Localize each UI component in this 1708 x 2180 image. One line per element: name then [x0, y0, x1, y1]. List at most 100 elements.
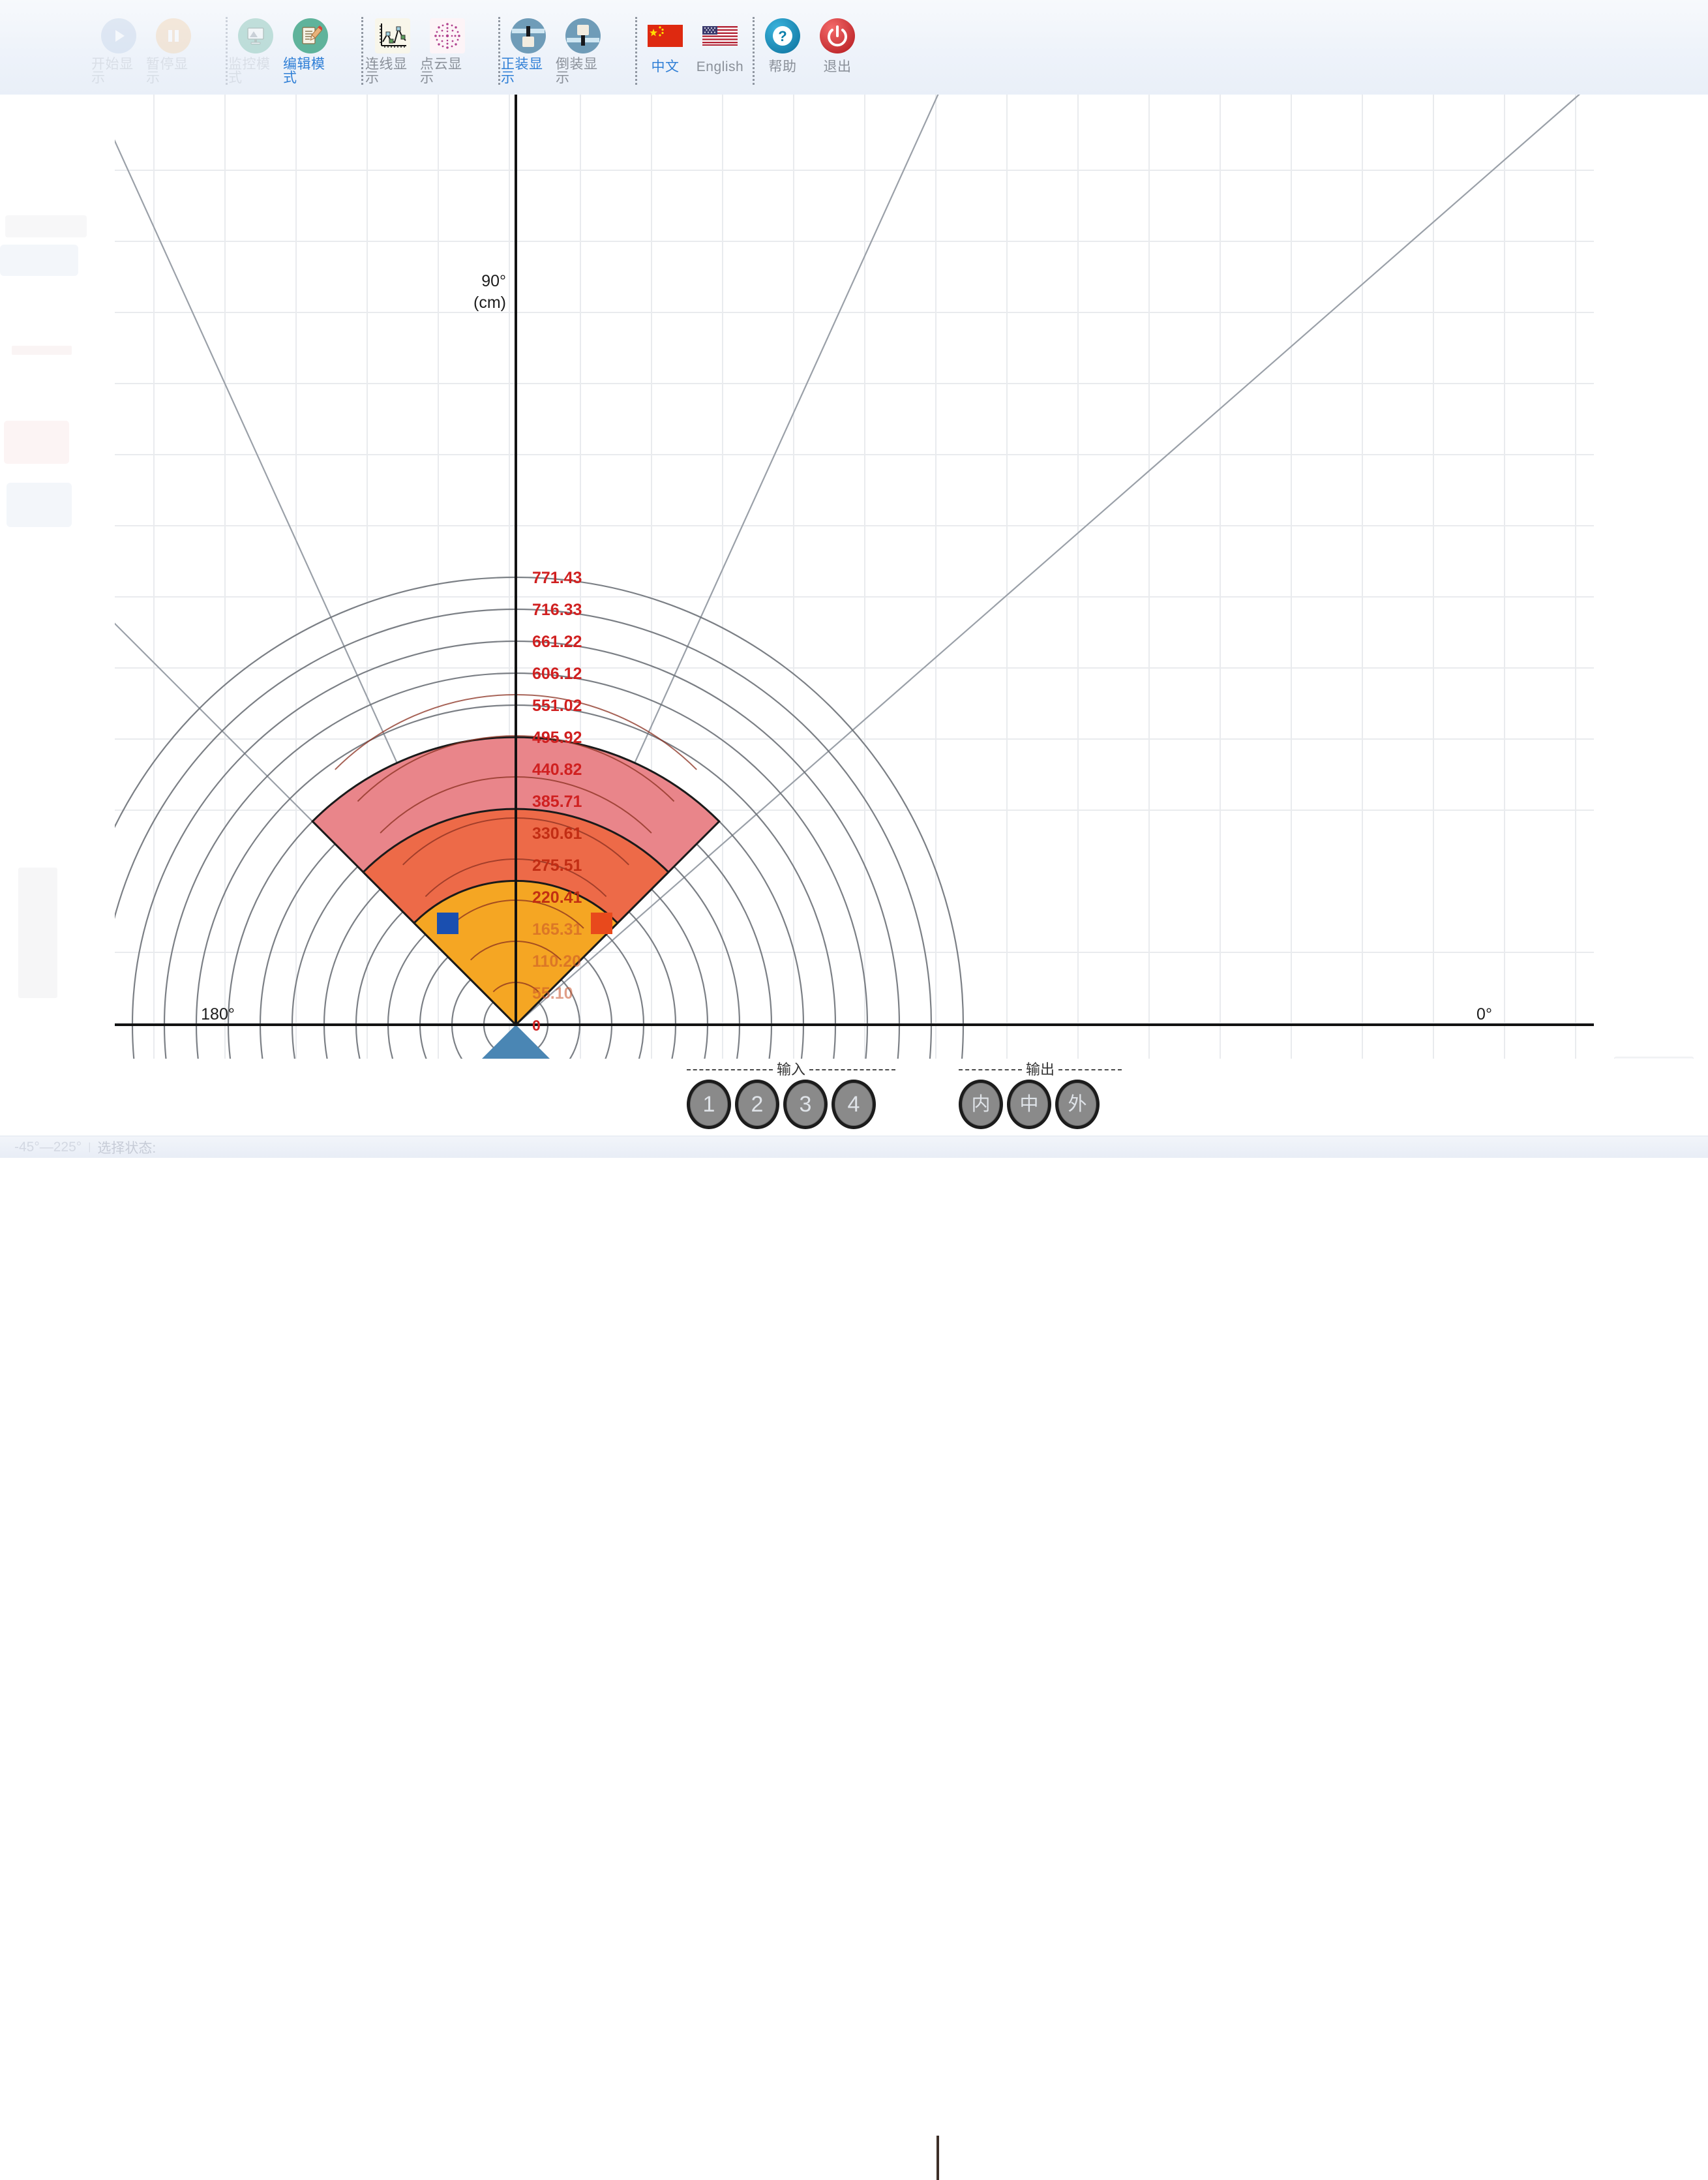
toolbar-group-render: 连线显示 点云显示 — [365, 14, 475, 86]
pause-display-label: 暂停显示 — [146, 57, 188, 85]
usa-flag-icon — [700, 16, 740, 56]
ghost-panel-a — [0, 245, 78, 276]
lang-english-label: English — [696, 59, 744, 74]
exit-label: 退出 — [823, 59, 852, 74]
start-display-label: 开始显示 — [91, 57, 134, 85]
pause-icon — [153, 16, 194, 53]
china-flag-icon — [645, 16, 685, 56]
toolbar-separator-3 — [498, 17, 500, 85]
power-icon — [817, 16, 858, 56]
dash-left — [687, 1069, 773, 1070]
toolbar-group-system: ? 帮助 退出 — [755, 14, 865, 86]
input-1-button[interactable]: 1 — [687, 1080, 731, 1129]
input-3-button[interactable]: 3 — [783, 1080, 828, 1129]
inverted-display-button[interactable]: 倒装显示 — [556, 14, 610, 85]
radial-tick-label: 661.22 — [532, 633, 582, 651]
diagonal-guides — [115, 95, 1581, 1025]
radial-tick-label: 495.92 — [532, 729, 582, 747]
output-inner-button[interactable]: 内 — [959, 1080, 1003, 1129]
pointcloud-display-button[interactable]: 点云显示 — [420, 14, 475, 85]
radial-tick-label: 385.71 — [532, 793, 582, 811]
output-group-title: 输出 — [1026, 1061, 1055, 1078]
status-separator: | — [88, 1141, 91, 1153]
inverted-display-label: 倒装显示 — [556, 57, 598, 85]
line-display-label: 连线显示 — [365, 57, 408, 85]
radial-tick-label: 0 — [532, 1017, 541, 1034]
status-bar: -45°—225° | 选择状态: — [0, 1136, 1708, 1158]
edit-mode-label: 编辑模式 — [283, 57, 325, 85]
input-group-header: 输入 — [687, 1061, 896, 1078]
radar-plot-area[interactable]: 90° (cm) 180° 0° 0 55.10 110.20 165.31 220.4… — [115, 95, 1594, 1059]
monitor-mode-button[interactable]: 监控模式 — [228, 14, 283, 85]
dash-right — [809, 1069, 896, 1070]
background-grid — [115, 95, 1594, 1059]
ghost-text-a — [12, 346, 72, 355]
line-display-button[interactable]: 连线显示 — [365, 14, 420, 85]
toolbar-group-mount: 正装显示 倒装显示 — [501, 14, 610, 86]
lang-chinese-button[interactable]: 中文 — [638, 14, 693, 85]
output-middle-button[interactable]: 中 — [1007, 1080, 1051, 1129]
principal-axes — [115, 95, 1594, 1026]
edit-mode-button[interactable]: 编辑模式 — [283, 14, 338, 85]
lang-chinese-label: 中文 — [651, 59, 680, 74]
input-group-title: 输入 — [777, 1061, 806, 1078]
angle-label-right: 0° — [1476, 1005, 1492, 1023]
help-icon: ? — [762, 16, 803, 56]
status-range: -45°—225° — [14, 1139, 82, 1155]
point-cloud-icon — [427, 16, 468, 53]
dash-right — [1058, 1069, 1122, 1070]
input-2-button[interactable]: 2 — [735, 1080, 779, 1129]
radial-tick-label: 551.02 — [532, 697, 582, 715]
radial-tick-label: 771.43 — [532, 569, 582, 587]
unit-label: (cm) — [473, 294, 506, 312]
radial-tick-label: 330.61 — [532, 825, 582, 843]
angle-label-left: 180° — [201, 1005, 235, 1023]
monitor-icon — [235, 16, 276, 53]
toolbar-group-playback: 开始显示 暂停显示 — [91, 14, 201, 86]
radial-tick-label: 716.33 — [532, 601, 582, 619]
lang-english-button[interactable]: English — [693, 14, 747, 85]
help-button[interactable]: ? 帮助 — [755, 14, 810, 85]
output-outer-button[interactable]: 外 — [1055, 1080, 1100, 1129]
start-display-button[interactable]: 开始显示 — [91, 14, 146, 85]
radial-tick-label: 110.20 — [532, 952, 581, 971]
input-4-button[interactable]: 4 — [832, 1080, 876, 1129]
help-label: 帮助 — [768, 59, 797, 74]
ghost-panel-b — [4, 421, 69, 464]
monitor-mode-label: 监控模式 — [228, 57, 271, 85]
output-group-header: 输出 — [959, 1063, 1122, 1077]
pointcloud-display-label: 点云显示 — [420, 57, 462, 85]
upright-mount-icon — [508, 16, 548, 53]
ghost-list — [18, 868, 57, 998]
play-icon — [98, 16, 139, 53]
ghost-field — [5, 215, 87, 237]
dash-left — [959, 1069, 1022, 1070]
radial-tick-label: 440.82 — [532, 761, 582, 779]
input-button-row: 1 2 3 4 — [687, 1080, 895, 1129]
group-divider — [936, 2136, 939, 2180]
upright-display-button[interactable]: 正装显示 — [501, 14, 556, 85]
angle-label-top: 90° — [481, 272, 506, 290]
handle-left — [437, 913, 458, 934]
blocked-region-wedge — [482, 1025, 550, 1059]
radial-tick-labels: 0 55.10 110.20 165.31 220.41 275.51 330.61 385.… — [532, 569, 582, 1034]
ghost-panel-c — [7, 483, 72, 527]
edit-icon — [290, 16, 331, 53]
radial-tick-label: 275.51 — [532, 856, 582, 875]
control-bar: 输入 1 2 3 4 输出 内 中 外 — [0, 1059, 1708, 2180]
output-button-row: 内 中 外 — [959, 1080, 1122, 1129]
polar-chart[interactable]: 90° (cm) 180° 0° 0 55.10 110.20 165.31 220.4… — [115, 95, 1594, 1059]
toolbar-separator-5 — [753, 17, 755, 85]
toolbar-separator-1 — [226, 17, 228, 85]
svg-text:?: ? — [778, 28, 787, 44]
inverted-mount-icon — [563, 16, 603, 53]
radial-tick-label: 220.41 — [532, 888, 582, 907]
radial-tick-label: 606.12 — [532, 665, 582, 683]
radial-tick-label: 55.10 — [532, 984, 573, 1003]
status-selection: 选择状态: — [97, 1140, 157, 1156]
input-group: 输入 1 2 3 4 — [687, 1061, 896, 1130]
pause-display-button[interactable]: 暂停显示 — [146, 14, 201, 85]
toolbar: 开始显示 暂停显示 监控模式 编辑模式 连线显示 点云显示 正装显示 倒装显示 … — [0, 0, 1708, 95]
exit-button[interactable]: 退出 — [810, 14, 865, 85]
handle-right — [591, 913, 612, 934]
